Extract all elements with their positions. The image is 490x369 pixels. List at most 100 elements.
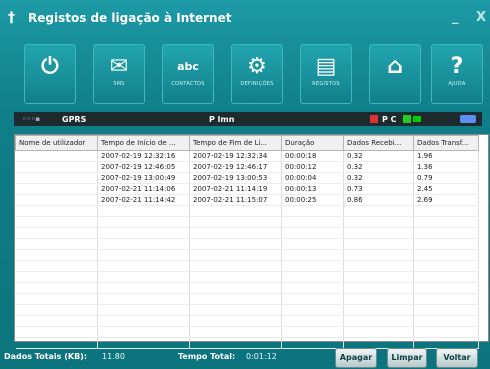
table-cell	[343, 249, 414, 261]
sms-label: SMS	[113, 81, 125, 87]
power-icon: ⏻	[41, 54, 59, 79]
table-cell: 2.69	[413, 194, 479, 206]
column-header-start-time[interactable]: Tempo de Início de ...	[97, 135, 190, 151]
table-cell	[97, 260, 190, 272]
table-cell	[343, 260, 414, 272]
connection-log-table: Nome de utilizador Tempo de Início de ..…	[15, 135, 479, 349]
table-cell	[97, 326, 190, 338]
table-cell	[413, 282, 479, 294]
table-cell: 0.32	[343, 150, 414, 162]
table-cell	[343, 282, 414, 294]
table-cell	[15, 194, 98, 206]
transfer-icon	[412, 116, 421, 122]
table-cell	[15, 304, 98, 316]
minimize-button[interactable]: _	[452, 10, 459, 25]
home-icon: ⌂	[387, 54, 403, 79]
table-cell: 00:00:25	[281, 194, 344, 206]
total-data-label: Dados Totais (KB):	[4, 352, 88, 361]
column-header-duration[interactable]: Duração	[281, 135, 344, 151]
ajuda-button[interactable]: ? AJUDA	[431, 44, 483, 104]
table-cell	[97, 205, 190, 217]
table-cell	[189, 227, 282, 239]
envelope-icon: ✉	[109, 54, 129, 79]
table-cell	[15, 238, 98, 250]
apagar-button[interactable]: Apagar	[335, 348, 377, 368]
table-cell: 2007-02-19 12:32:16	[97, 150, 190, 162]
definicoes-button[interactable]: ⚙ DEFINIÇÕES	[231, 44, 283, 104]
table-cell	[343, 238, 414, 250]
column-header-data-sent[interactable]: Dados Transf...	[413, 135, 479, 151]
column-header-user[interactable]: Nome de utilizador	[15, 135, 98, 151]
table-cell	[343, 216, 414, 228]
log-list-icon: ▤	[315, 54, 337, 79]
definicoes-label: DEFINIÇÕES	[240, 81, 274, 87]
table-cell	[281, 216, 344, 228]
table-cell: 0.86	[343, 194, 414, 206]
table-cell	[97, 304, 190, 316]
table-cell: 0.73	[343, 183, 414, 195]
table-cell	[189, 238, 282, 250]
table-cell	[15, 293, 98, 305]
table-cell	[281, 260, 344, 272]
table-cell	[97, 216, 190, 228]
total-data-value: 11.80	[102, 352, 125, 361]
table-cell	[15, 216, 98, 228]
empty-table-row	[15, 304, 479, 316]
voltar-button[interactable]: Voltar	[436, 348, 478, 368]
status-bar: ◦◦◦▪ GPRS P lmn P C	[14, 112, 482, 126]
table-cell: 2007-02-21 11:14:42	[97, 194, 190, 206]
registos-button[interactable]: ▤ REGISTOS	[300, 44, 352, 104]
limpar-button[interactable]: Limpar	[387, 348, 427, 368]
main-toolbar: ⏻ ✉ SMS abc CONTACTOS ⚙ DEFINIÇÕES ▤ REG…	[0, 44, 490, 106]
empty-table-row	[15, 260, 479, 272]
table-cell	[413, 326, 479, 338]
table-row[interactable]: 2007-02-21 11:14:06 2007-02-21 11:14:19 00…	[15, 183, 479, 195]
table-cell	[281, 238, 344, 250]
empty-table-row	[15, 315, 479, 327]
connection-log-panel: Nome de utilizador Tempo de Início de ..…	[14, 134, 489, 349]
table-cell: 2007-02-19 13:00:49	[97, 172, 190, 184]
sms-button[interactable]: ✉ SMS	[93, 44, 145, 104]
column-header-end-time[interactable]: Tempo de Fim de Li...	[189, 135, 282, 151]
table-cell	[15, 315, 98, 327]
table-row[interactable]: 2007-02-21 11:14:42 2007-02-21 11:15:07 00…	[15, 194, 479, 206]
table-cell	[189, 315, 282, 327]
table-cell: 0.32	[343, 161, 414, 173]
table-cell: 00:00:18	[281, 150, 344, 162]
table-cell	[97, 315, 190, 327]
table-cell	[281, 315, 344, 327]
table-cell	[281, 293, 344, 305]
window-title: Registos de ligação à Internet	[28, 11, 232, 25]
table-cell	[97, 227, 190, 239]
pc-connection-indicator: P C	[370, 115, 421, 124]
table-row[interactable]: 2007-02-19 13:00:49 2007-02-19 13:00:53 00…	[15, 172, 479, 184]
contactos-button[interactable]: abc CONTACTOS	[162, 44, 214, 104]
table-row[interactable]: 2007-02-19 12:32:16 2007-02-19 12:32:34 00…	[15, 150, 479, 162]
table-cell: 0.32	[343, 172, 414, 184]
table-cell	[97, 282, 190, 294]
table-cell	[15, 150, 98, 162]
close-button[interactable]: X	[476, 10, 486, 25]
contactos-label: CONTACTOS	[171, 81, 205, 87]
footer-bar: Dados Totais (KB): 11.80 Tempo Total: 0:…	[0, 344, 490, 369]
column-header-data-received[interactable]: Dados Recebi...	[343, 135, 414, 151]
table-cell	[413, 216, 479, 228]
table-cell	[15, 161, 98, 173]
table-cell	[15, 326, 98, 338]
table-cell: 1.36	[413, 161, 479, 173]
empty-table-row	[15, 216, 479, 228]
table-cell: 2007-02-19 12:46:05	[97, 161, 190, 173]
total-time-value: 0:01:12	[246, 352, 277, 361]
pc-status-icon	[370, 115, 378, 123]
table-row[interactable]: 2007-02-19 12:46:05 2007-02-19 12:46:17 00…	[15, 161, 479, 173]
power-button[interactable]: ⏻	[24, 44, 76, 104]
table-cell	[189, 260, 282, 272]
connection-icon	[402, 115, 411, 123]
home-button[interactable]: ⌂	[369, 44, 421, 104]
empty-table-row	[15, 249, 479, 261]
table-cell: 0.79	[413, 172, 479, 184]
table-cell	[413, 304, 479, 316]
table-cell	[281, 282, 344, 294]
table-cell	[15, 183, 98, 195]
table-cell	[281, 249, 344, 261]
